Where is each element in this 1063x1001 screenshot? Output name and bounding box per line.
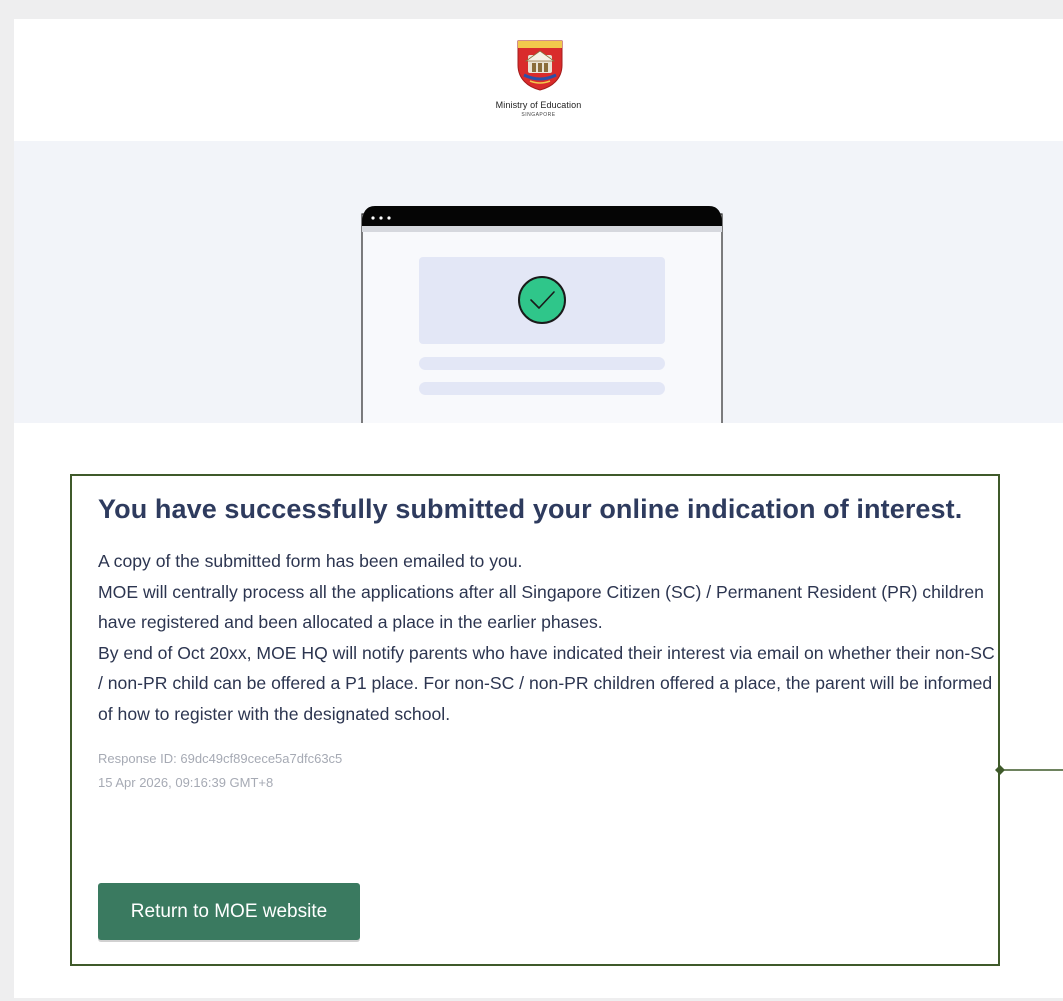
submission-meta: Response ID: 69dc49cf89cece5a7dfc63c5 15… [98, 747, 998, 795]
brand-name: Ministry of Education [495, 100, 582, 110]
header: Ministry of Education SINGAPORE [14, 19, 1063, 141]
success-banner [14, 141, 1063, 423]
message-line: A copy of the submitted form has been em… [98, 551, 523, 571]
confirmation-message: A copy of the submitted form has been em… [98, 546, 998, 729]
page-card: Ministry of Education SINGAPORE You have… [14, 19, 1063, 998]
confirmation-headline: You have successfully submitted your onl… [98, 494, 963, 524]
brand-subtitle: SINGAPORE [521, 112, 556, 118]
return-to-moe-button[interactable]: Return to MOE website [98, 883, 360, 940]
message-line: By end of Oct 20xx, MOE HQ will notify p… [98, 642, 995, 724]
message-line: MOE will centrally process all the appli… [98, 581, 984, 633]
check-circle-icon [518, 276, 566, 324]
submission-timestamp: 15 Apr 2026, 09:16:39 GMT+8 [98, 775, 274, 790]
moe-crest-icon [517, 40, 563, 91]
confirmation-panel: You have successfully submitted your onl… [70, 474, 1000, 966]
response-id: Response ID: 69dc49cf89cece5a7dfc63c5 [98, 751, 343, 766]
browser-window-illustration [361, 206, 723, 423]
annotation-connector [995, 765, 1063, 775]
